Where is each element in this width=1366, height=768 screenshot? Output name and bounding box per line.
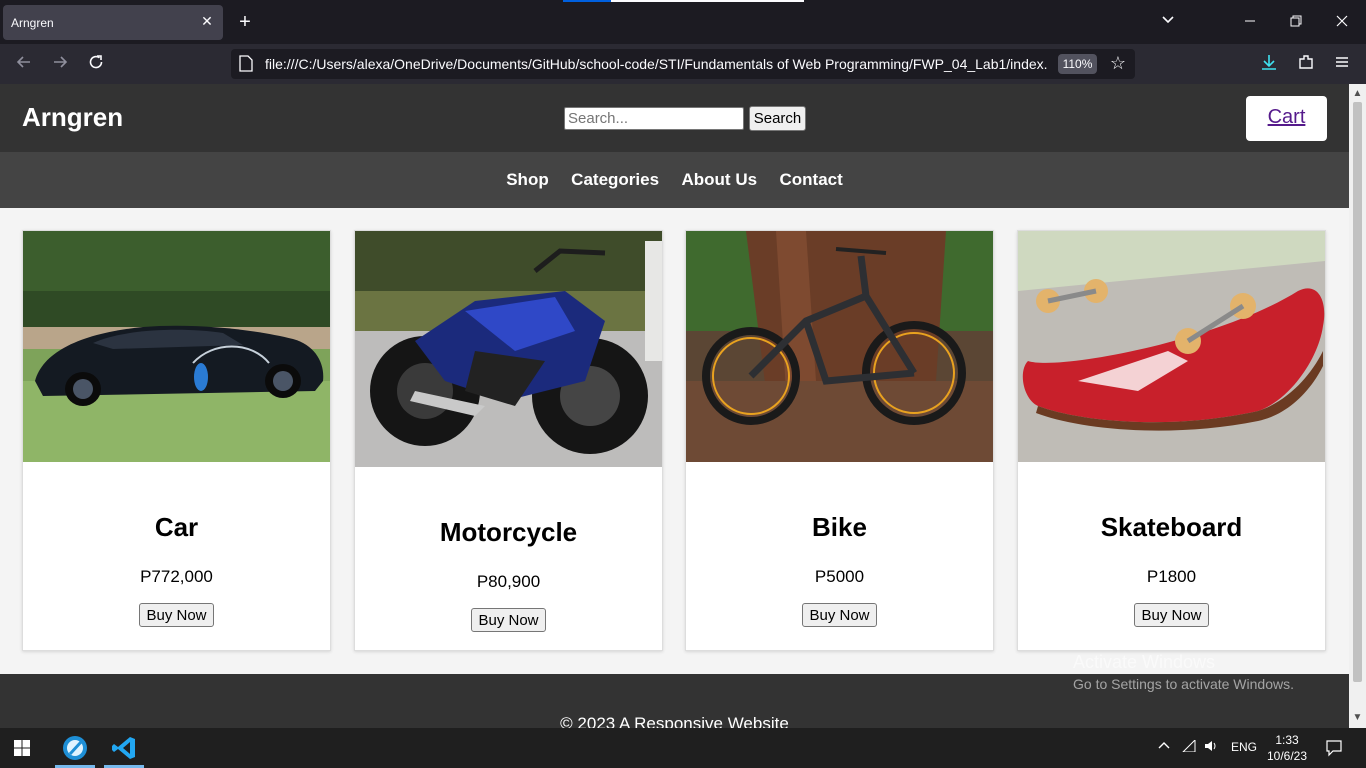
extensions-icon[interactable] xyxy=(1295,53,1317,75)
buy-now-button[interactable]: Buy Now xyxy=(471,608,546,632)
product-price: P5000 xyxy=(814,567,865,586)
browser-tab-strip: Arngren ✕ + xyxy=(0,0,1366,44)
minimize-window-icon[interactable] xyxy=(1240,12,1260,32)
site-navigation: Shop Categories About Us Contact xyxy=(0,152,1349,208)
skateboard-photo xyxy=(1018,231,1325,462)
nav-link-about-us[interactable]: About Us xyxy=(682,152,758,208)
product-card-bike: Bike P5000 Buy Now xyxy=(685,230,994,651)
tab-title: Arngren xyxy=(11,16,54,30)
notifications-icon[interactable] xyxy=(1325,739,1343,760)
reload-icon[interactable] xyxy=(85,53,107,75)
vscode-taskbar-icon[interactable] xyxy=(110,734,138,762)
new-tab-button[interactable]: + xyxy=(234,11,256,33)
nav-link-contact[interactable]: Contact xyxy=(780,152,843,208)
car-photo xyxy=(23,231,330,462)
footer-copyright: © 2023 A Responsive Website xyxy=(560,714,789,728)
buy-now-button[interactable]: Buy Now xyxy=(1134,603,1209,627)
cart-box: Cart xyxy=(1246,96,1327,141)
tab-close-icon[interactable]: ✕ xyxy=(199,13,215,29)
buy-now-button[interactable]: Buy Now xyxy=(802,603,877,627)
browser-tab[interactable]: Arngren ✕ xyxy=(3,5,223,40)
url-text[interactable]: file:///C:/Users/alexa/OneDrive/Document… xyxy=(265,56,1047,74)
list-all-tabs-icon[interactable] xyxy=(1158,12,1178,32)
language-indicator[interactable]: ENG xyxy=(1231,740,1257,754)
forward-arrow-icon[interactable] xyxy=(49,53,71,75)
bookmark-star-icon[interactable]: ☆ xyxy=(1107,52,1129,74)
tab-loading-indicator xyxy=(563,0,611,2)
bike-photo xyxy=(686,231,993,462)
address-bar[interactable]: file:///C:/Users/alexa/OneDrive/Document… xyxy=(231,49,1135,79)
product-card-motorcycle: Motorcycle P80,900 Buy Now xyxy=(354,230,663,651)
site-logo[interactable]: Arngren xyxy=(22,102,123,133)
watermark-subtitle: Go to Settings to activate Windows. xyxy=(1073,676,1294,692)
product-name: Motorcycle xyxy=(439,517,578,547)
windows-taskbar: ENG 1:33 10/6/23 xyxy=(0,728,1366,768)
page-viewport: Arngren Search Cart Shop Categories Abou… xyxy=(0,84,1349,728)
watermark-title: Activate Windows xyxy=(1073,652,1216,672)
buy-now-button[interactable]: Buy Now xyxy=(139,603,214,627)
product-price: P80,900 xyxy=(476,572,541,591)
wifi-icon[interactable] xyxy=(1181,738,1196,755)
windows-start-icon[interactable] xyxy=(10,736,34,760)
nav-link-shop[interactable]: Shop xyxy=(506,152,549,208)
motorcycle-photo xyxy=(355,231,662,467)
menu-hamburger-icon[interactable] xyxy=(1331,53,1353,75)
page-scrollbar[interactable]: ▲ ▼ xyxy=(1349,84,1366,728)
close-window-icon[interactable] xyxy=(1332,12,1352,32)
clock-date: 10/6/23 xyxy=(1266,749,1308,763)
tab-scroll-indicator xyxy=(611,0,804,2)
clock-time: 1:33 xyxy=(1275,733,1299,747)
product-price: P772,000 xyxy=(140,567,213,586)
site-header: Arngren Search Cart xyxy=(0,84,1349,152)
search-input[interactable] xyxy=(564,107,744,130)
show-hidden-icons-icon[interactable] xyxy=(1158,740,1170,755)
scroll-down-arrow-icon[interactable]: ▼ xyxy=(1349,710,1366,726)
page-icon xyxy=(239,55,253,72)
search-button[interactable]: Search xyxy=(749,106,806,131)
product-name: Skateboard xyxy=(1100,512,1243,542)
downloads-icon[interactable] xyxy=(1258,53,1280,75)
scrollbar-thumb[interactable] xyxy=(1353,102,1362,682)
restore-window-icon[interactable] xyxy=(1286,12,1306,32)
product-name: Bike xyxy=(812,512,867,542)
system-clock[interactable]: 1:33 10/6/23 xyxy=(1262,732,1312,764)
product-name: Car xyxy=(154,512,199,542)
scroll-up-arrow-icon[interactable]: ▲ xyxy=(1349,86,1366,102)
back-arrow-icon[interactable] xyxy=(13,53,35,75)
nav-link-categories[interactable]: Categories xyxy=(571,152,659,208)
product-grid: Car P772,000 Buy Now Motorcycle P80,900 … xyxy=(0,208,1349,674)
browser-taskbar-icon[interactable] xyxy=(61,734,89,762)
browser-toolbar: file:///C:/Users/alexa/OneDrive/Document… xyxy=(0,44,1366,84)
product-card-car: Car P772,000 Buy Now xyxy=(22,230,331,651)
cart-link[interactable]: Cart xyxy=(1268,106,1306,129)
product-card-skateboard: Skateboard P1800 Buy Now xyxy=(1017,230,1326,651)
product-price: P1800 xyxy=(1146,567,1197,586)
activate-windows-watermark: Activate Windows Go to Settings to activ… xyxy=(1073,652,1294,692)
zoom-level-badge[interactable]: 110% xyxy=(1058,54,1097,74)
volume-icon[interactable] xyxy=(1204,740,1218,755)
